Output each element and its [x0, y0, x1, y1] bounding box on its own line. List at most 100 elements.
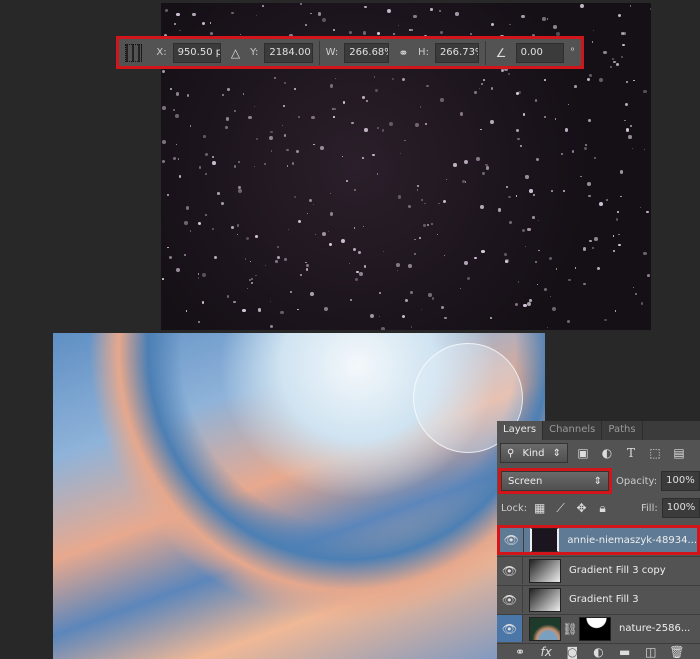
snow-particle — [221, 202, 225, 205]
snow-particle — [424, 122, 427, 125]
snow-particle — [420, 198, 423, 202]
snow-particle — [419, 105, 422, 108]
snow-particle — [464, 181, 467, 183]
trash-icon[interactable]: 🗑︎ — [668, 645, 686, 659]
snow-particle — [305, 267, 309, 271]
fx-icon[interactable]: fx — [537, 645, 555, 659]
snow-particle — [225, 117, 229, 121]
lock-position-move-icon[interactable]: ✥ — [573, 501, 590, 515]
snow-particle — [592, 247, 595, 250]
snow-particle — [245, 236, 249, 241]
lock-transparent-icon[interactable]: ▦ — [531, 501, 548, 515]
snow-particle — [280, 310, 284, 315]
snow-particle — [212, 161, 217, 166]
snow-particle — [183, 253, 186, 256]
opacity-label: Opacity: — [616, 475, 658, 487]
snow-particle — [198, 166, 202, 169]
snow-particle — [416, 189, 419, 191]
snow-particle — [526, 302, 531, 307]
snow-particle — [357, 251, 361, 254]
snow-particle — [517, 281, 520, 283]
lock-all-padlock-icon[interactable]: 🔒︎ — [594, 501, 611, 516]
visibility-eye-icon[interactable]: 👁︎ — [497, 615, 523, 642]
snow-particle — [588, 119, 592, 123]
layer-row-annie[interactable]: 👁︎ annie-niemaszyk-48934... — [497, 525, 700, 555]
blend-mode-select[interactable]: Screen ⇕ — [501, 471, 609, 491]
snow-particle — [249, 260, 252, 263]
snow-particle — [413, 252, 417, 256]
lock-image-brush-icon[interactable]: ⟋ — [552, 501, 569, 516]
filter-kind-select[interactable]: ⚲ Kind ⇕ — [500, 443, 568, 463]
height-input[interactable]: 266.73% — [434, 42, 480, 63]
layer-row-gradient-fill[interactable]: 👁︎ Gradient Fill 3 — [497, 585, 700, 613]
tab-paths[interactable]: Paths — [602, 421, 643, 440]
tab-channels[interactable]: Channels — [543, 421, 603, 440]
visibility-eye-icon[interactable]: 👁︎ — [500, 528, 524, 552]
layer-row-nature[interactable]: 👁︎ ⛓ nature-2586... — [497, 614, 700, 642]
layer-thumbnail — [529, 528, 560, 552]
adjustment-filter-icon[interactable]: ◐ — [598, 446, 616, 460]
snow-particle — [162, 278, 164, 280]
snow-particle — [388, 122, 393, 126]
snow-particle — [312, 204, 314, 206]
snow-particle — [542, 17, 546, 21]
snow-particle — [249, 279, 252, 281]
opacity-input[interactable]: 100% — [661, 471, 700, 491]
link-icon[interactable]: ⚭ — [395, 46, 412, 60]
snow-particle — [351, 121, 354, 125]
snow-particle — [293, 87, 296, 90]
angle-input[interactable]: 0.00 — [515, 42, 564, 63]
snow-particle — [413, 14, 417, 19]
snow-particle — [322, 18, 326, 22]
snow-particle — [205, 153, 208, 157]
snow-particle — [329, 192, 331, 194]
shape-filter-icon[interactable]: ⬚ — [646, 446, 664, 460]
snow-particle — [322, 232, 327, 237]
visibility-eye-icon[interactable]: 👁︎ — [497, 586, 523, 613]
layer-mask-thumbnail — [579, 616, 611, 641]
snow-particle — [320, 146, 325, 151]
snow-particle — [421, 308, 423, 311]
y-label: Y: — [250, 47, 259, 58]
smart-object-filter-icon[interactable]: ▤ — [670, 446, 688, 460]
pixel-filter-icon[interactable]: ▣ — [574, 446, 592, 460]
snow-particle — [273, 76, 277, 80]
mask-link-icon[interactable]: ⛓ — [561, 622, 579, 636]
delta-relative-icon[interactable]: △ — [227, 46, 244, 60]
snow-particle — [409, 290, 413, 294]
snow-particle — [466, 276, 470, 280]
group-folder-icon[interactable]: ▬ — [616, 645, 634, 659]
snow-particle — [643, 148, 646, 151]
snow-particle — [546, 327, 548, 329]
snow-particle — [189, 125, 191, 127]
type-filter-icon[interactable]: T — [622, 446, 640, 460]
fill-input[interactable]: 100% — [661, 498, 700, 518]
snow-particle — [554, 118, 556, 120]
snow-particle — [464, 261, 469, 266]
snow-particle — [364, 5, 367, 9]
snow-particle — [617, 14, 621, 18]
layer-row-gradient-fill-copy[interactable]: 👁︎ Gradient Fill 3 copy — [497, 556, 700, 584]
snow-particle — [309, 12, 312, 15]
add-mask-icon[interactable]: ◙ — [563, 645, 581, 659]
snow-particle — [244, 257, 247, 260]
snow-particle — [515, 129, 520, 133]
snow-particle — [423, 224, 426, 227]
snow-particle — [175, 114, 179, 119]
snow-particle — [257, 308, 262, 313]
snow-particle — [341, 155, 343, 157]
visibility-eye-icon[interactable]: 👁︎ — [497, 557, 523, 584]
snow-particle — [397, 195, 402, 199]
new-layer-icon[interactable]: ◫ — [642, 645, 660, 659]
width-input[interactable]: 266.68% — [344, 42, 389, 63]
snow-particle — [605, 198, 608, 201]
adjustment-layer-icon[interactable]: ◐ — [589, 645, 607, 659]
snow-particle — [392, 78, 395, 81]
snow-particle — [604, 318, 607, 322]
tab-layers[interactable]: Layers — [497, 421, 544, 440]
snow-particle — [497, 208, 502, 212]
reference-point-icon[interactable] — [125, 43, 143, 62]
link-layers-icon[interactable]: ⚭ — [511, 645, 529, 659]
x-input[interactable]: 950.50 px — [172, 42, 221, 63]
y-input[interactable]: 2184.00 px — [264, 42, 313, 63]
